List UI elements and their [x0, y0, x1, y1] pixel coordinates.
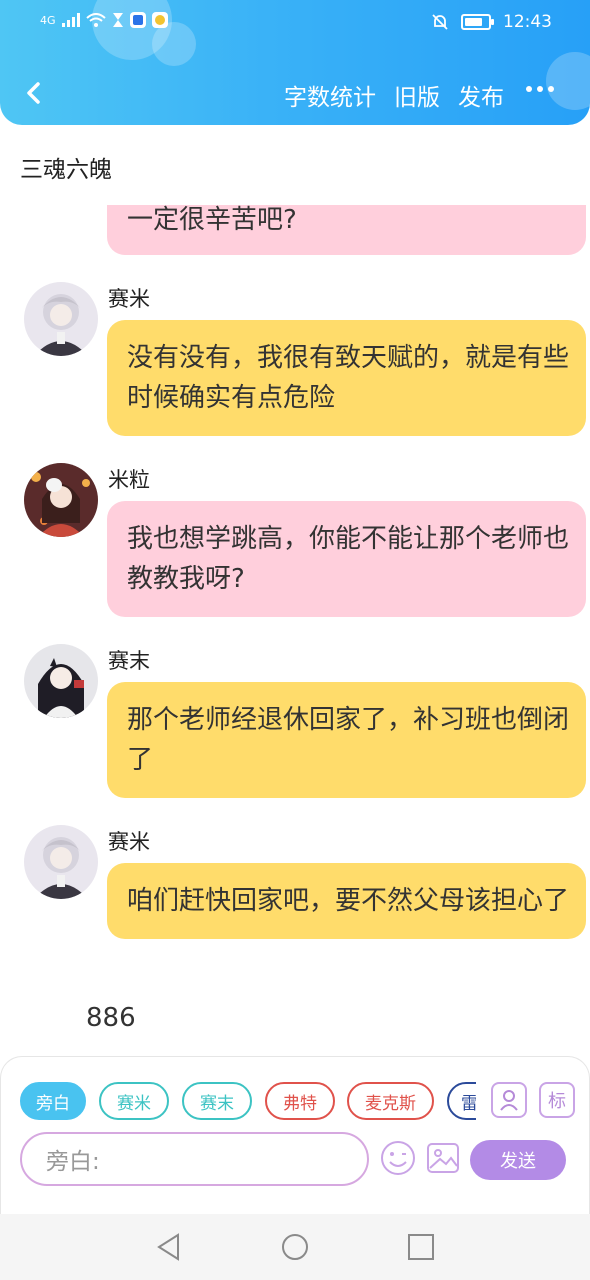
- chat-list[interactable]: 一定很辛苦吧? 赛米 没有没有，我很有致天赋的，就是有些时候确实有点危险 米粒: [0, 205, 590, 1057]
- app-header: 4G 12:43 字数统计 旧版 发布: [0, 0, 590, 125]
- message-text: 我也想学跳高，你能不能让那个老师也教教我呀?: [127, 524, 570, 594]
- message-bubble: 咱们赶快回家吧，要不然父母该担心了: [107, 863, 586, 939]
- nav-home-icon[interactable]: [280, 1232, 310, 1262]
- network-label: 4G: [40, 13, 56, 27]
- speaker-chip[interactable]: 弗特: [265, 1082, 335, 1120]
- message-text: 那个老师经退休回家了，补习班也倒闭了: [127, 705, 570, 775]
- dark-hair-girl-avatar-icon: [24, 644, 98, 718]
- speaker-name: 赛米: [108, 287, 150, 311]
- girl-with-mask-avatar-icon: [24, 463, 98, 537]
- top-nav: 字数统计 旧版 发布: [0, 70, 590, 120]
- avatar[interactable]: [24, 825, 98, 899]
- app-notification-icon: [129, 12, 146, 28]
- speaker-chip[interactable]: 赛末: [182, 1082, 252, 1120]
- old-version-button[interactable]: 旧版: [394, 78, 440, 112]
- avatar[interactable]: [24, 644, 98, 718]
- message-text: 没有没有，我很有致天赋的，就是有些时候确实有点危险: [127, 343, 570, 413]
- speaker-name: 赛米: [108, 830, 150, 854]
- character-manage-button[interactable]: [491, 1082, 527, 1118]
- more-options-icon[interactable]: [526, 86, 554, 92]
- speaker-chip[interactable]: 雷: [447, 1082, 476, 1120]
- publish-button[interactable]: 发布: [458, 78, 504, 112]
- silver-hair-boy-avatar-icon: [24, 825, 98, 899]
- signal-icon: [61, 13, 80, 27]
- nav-recents-icon[interactable]: [406, 1232, 436, 1262]
- mute-bell-icon: [432, 14, 448, 30]
- speaker-chip[interactable]: 赛米: [99, 1082, 169, 1120]
- avatar[interactable]: [24, 463, 98, 537]
- silver-hair-boy-avatar-icon: [24, 282, 98, 356]
- avatar[interactable]: [24, 282, 98, 356]
- app-notification-icon: [151, 12, 168, 28]
- message-bubble: 那个老师经退休回家了，补习班也倒闭了: [107, 682, 586, 798]
- wifi-icon: [85, 13, 106, 27]
- system-nav-bar: [0, 1214, 590, 1280]
- message-bubble: 没有没有，我很有致天赋的，就是有些时候确实有点危险: [107, 320, 586, 436]
- image-icon[interactable]: [426, 1142, 460, 1174]
- send-button[interactable]: 发送: [470, 1140, 566, 1180]
- nav-back-icon[interactable]: [154, 1232, 184, 1262]
- speaker-name: 米粒: [108, 468, 150, 492]
- message-bubble: 我也想学跳高，你能不能让那个老师也教教我呀?: [107, 501, 586, 617]
- hourglass-icon: [112, 13, 123, 27]
- battery-icon: [461, 14, 494, 30]
- message-text: 一定很辛苦吧?: [127, 205, 297, 235]
- back-icon[interactable]: [18, 76, 52, 110]
- speaker-chip-row[interactable]: 旁白 赛米 赛末 弗特 麦克斯 雷: [20, 1082, 476, 1122]
- clock: 12:43: [503, 12, 552, 32]
- status-bar: 4G 12:43: [0, 0, 590, 48]
- narration-text: 886: [86, 1003, 136, 1033]
- mark-button[interactable]: 标: [539, 1082, 575, 1118]
- speaker-name: 赛末: [108, 649, 150, 673]
- speaker-chip[interactable]: 麦克斯: [347, 1082, 434, 1120]
- battery-level: [465, 18, 482, 26]
- page-title: 三魂六魄: [20, 157, 112, 183]
- person-icon: [500, 1090, 518, 1111]
- message-input[interactable]: 旁白:: [20, 1132, 369, 1186]
- word-count-button[interactable]: 字数统计: [284, 78, 376, 112]
- message-text: 咱们赶快回家吧，要不然父母该担心了: [127, 886, 570, 916]
- speaker-chip-narration[interactable]: 旁白: [20, 1082, 86, 1120]
- emoji-icon[interactable]: [380, 1140, 416, 1176]
- message-bubble: 一定很辛苦吧?: [107, 205, 586, 255]
